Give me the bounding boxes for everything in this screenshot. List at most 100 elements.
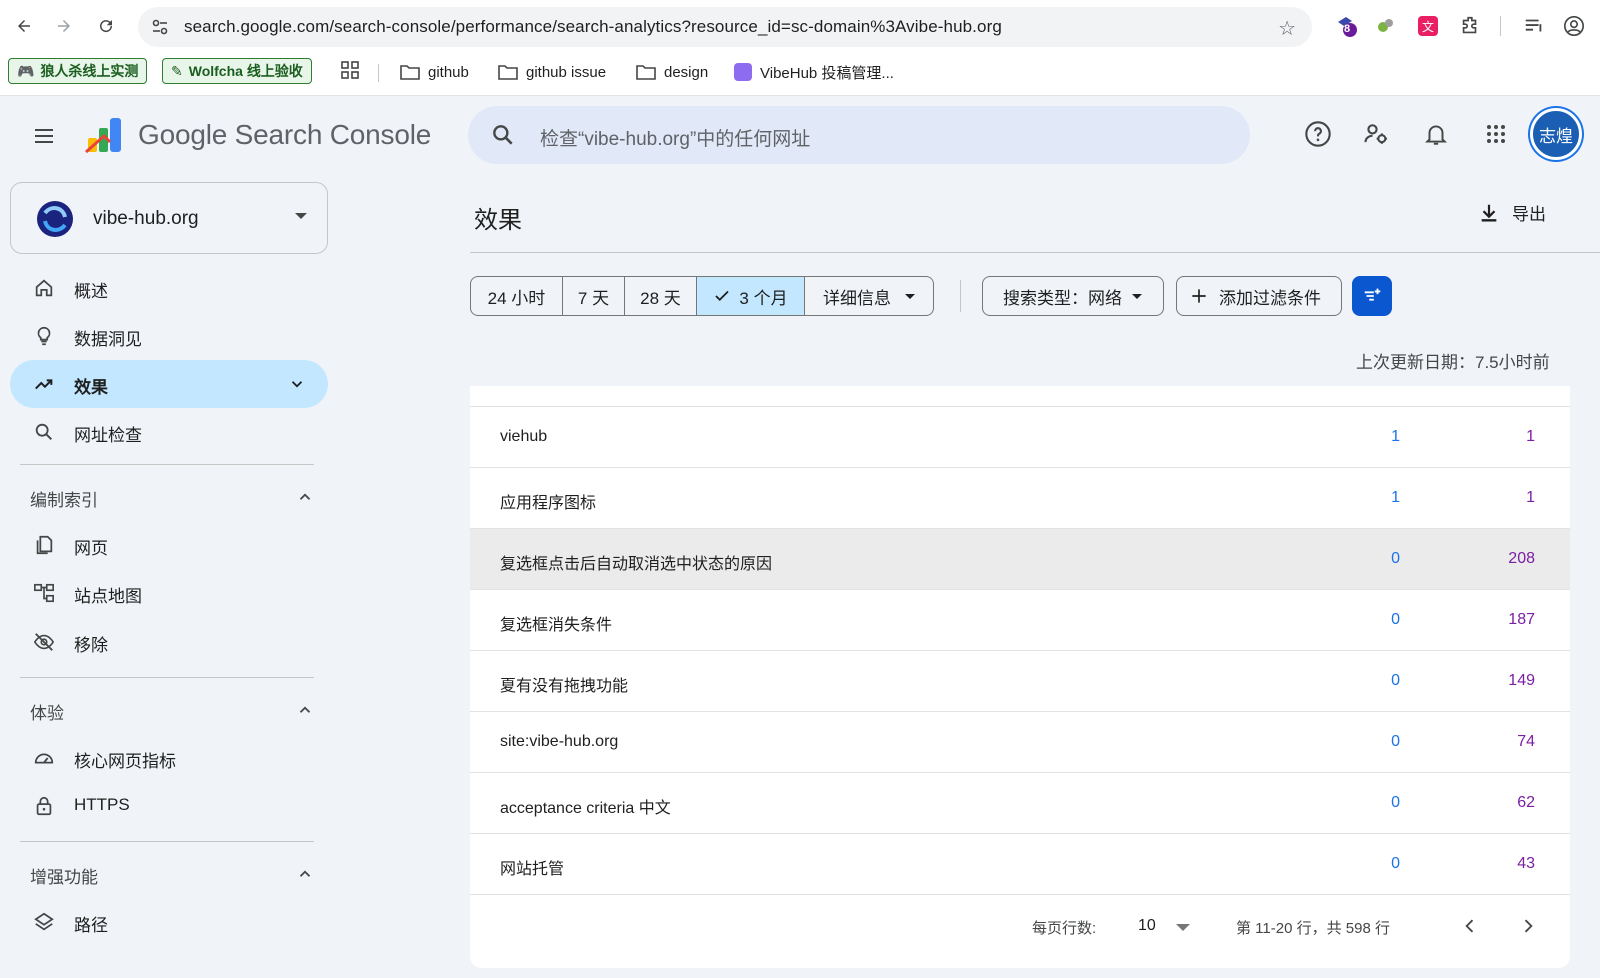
property-logo-icon: [35, 199, 75, 244]
google-apps-icon[interactable]: [1480, 118, 1512, 150]
table-row[interactable]: 夏有没有拖拽功能 0 149: [470, 651, 1570, 712]
table-row[interactable]: 网站托管 0 43: [470, 834, 1570, 895]
plus-icon: [1192, 289, 1206, 303]
profile-icon[interactable]: [1562, 14, 1586, 38]
property-selector[interactable]: vibe-hub.org: [10, 182, 328, 254]
reading-list-icon[interactable]: [1522, 14, 1546, 38]
chevron-up-icon[interactable]: [296, 701, 314, 724]
sidebar-divider: [20, 677, 314, 678]
bookmark-item[interactable]: ✎ Wolfcha 线上验收: [162, 58, 312, 84]
chevron-up-icon[interactable]: [296, 865, 314, 888]
chevron-down-icon[interactable]: [288, 375, 306, 398]
table-row[interactable]: acceptance criteria 中文 0 62: [470, 773, 1570, 834]
extensions-puzzle-icon[interactable]: [1458, 14, 1482, 38]
filter-sort-icon: [1364, 288, 1381, 301]
rows-per-page-select[interactable]: 10: [1138, 917, 1156, 935]
sidebar-divider: [20, 464, 314, 465]
sidebar-item-overview[interactable]: 概述: [10, 264, 328, 312]
manage-users-icon[interactable]: [1360, 118, 1392, 150]
clicks-cell: 0: [1391, 611, 1400, 628]
section-header-indexing[interactable]: 编制索引: [30, 486, 98, 511]
pencil-icon: ✎: [171, 62, 183, 79]
range-24h-button[interactable]: 24 小时: [471, 277, 563, 315]
bookmark-item[interactable]: VibeHub 投稿管理...: [734, 60, 894, 84]
chevron-up-icon[interactable]: [296, 488, 314, 511]
add-filter-button[interactable]: 添加过滤条件: [1176, 276, 1342, 316]
sidebar-item-https[interactable]: HTTPS: [10, 782, 328, 830]
range-label: 3 个月: [739, 288, 788, 308]
search-console-logo-icon: [85, 118, 121, 154]
svg-text:文: 文: [1422, 19, 1434, 34]
site-settings-icon[interactable]: [150, 17, 170, 37]
sidebar-item-label: 核心网页指标: [74, 752, 176, 771]
query-cell: 复选框消失条件: [500, 617, 613, 634]
section-header-enhancements[interactable]: 增强功能: [30, 863, 98, 888]
sidebar-item-performance[interactable]: 效果: [10, 360, 328, 408]
range-7d-button[interactable]: 7 天: [563, 277, 625, 315]
clicks-cell: 0: [1391, 733, 1400, 750]
table-pagination: 每页行数: 10 第 11-20 行，共 598 行: [470, 896, 1570, 956]
bookmark-star-icon[interactable]: ☆: [1278, 16, 1296, 41]
sidebar-item-removals[interactable]: 移除: [10, 618, 328, 666]
export-label: 导出: [1512, 205, 1546, 224]
translate-icon[interactable]: 文: [1416, 14, 1440, 38]
clicks-cell: 0: [1391, 794, 1400, 811]
sidebar-item-core-web-vitals[interactable]: 核心网页指标: [10, 734, 328, 782]
forward-icon[interactable]: [50, 12, 78, 40]
back-icon[interactable]: [10, 12, 38, 40]
home-icon: [32, 276, 56, 300]
search-type-filter[interactable]: 搜索类型：网络: [982, 276, 1164, 316]
extension-icon[interactable]: 8: [1334, 14, 1358, 38]
lightbulb-icon: [32, 324, 56, 348]
bookmark-folder[interactable]: github: [400, 60, 469, 84]
sidebar-item-url-inspection[interactable]: 网址检查: [10, 408, 328, 456]
caret-down-icon: [1132, 293, 1142, 299]
account-avatar[interactable]: 志煌: [1530, 108, 1582, 160]
bookmark-divider: [378, 64, 379, 82]
filter-settings-button[interactable]: [1352, 276, 1392, 316]
sidebar-item-breadcrumbs[interactable]: 路径: [10, 898, 328, 946]
help-icon[interactable]: [1302, 118, 1334, 150]
next-page-icon[interactable]: [1516, 914, 1540, 938]
folder-icon: [498, 65, 518, 80]
main-menu-icon[interactable]: [28, 120, 60, 152]
sidebar-item-sitemaps[interactable]: 站点地图: [10, 569, 328, 617]
section-header-experience[interactable]: 体验: [30, 699, 64, 724]
table-row[interactable]: 应用程序图标 1 1: [470, 468, 1570, 529]
caret-down-icon[interactable]: [1176, 924, 1190, 931]
url-text: search.google.com/search-console/perform…: [184, 17, 1002, 36]
sidebar-divider: [20, 841, 314, 842]
range-label: 24 小时: [487, 288, 546, 308]
clicks-cell: 0: [1391, 672, 1400, 689]
sitemap-icon: [32, 581, 56, 605]
export-button[interactable]: 导出: [1478, 200, 1546, 225]
reload-icon[interactable]: [92, 12, 120, 40]
address-bar[interactable]: search.google.com/search-console/perform…: [138, 7, 1312, 47]
search-console-logo[interactable]: Google Search Console: [84, 114, 431, 156]
apps-grid-icon[interactable]: [340, 60, 362, 82]
table-row[interactable]: site:vibe-hub.org 0 74: [470, 712, 1570, 773]
range-details-button[interactable]: 详细信息: [805, 277, 933, 315]
search-placeholder: 检查“vibe-hub.org”中的任何网址: [540, 129, 811, 150]
sidebar-item-pages[interactable]: 网页: [10, 521, 328, 569]
sidebar-item-label: 网址检查: [74, 426, 142, 445]
url-inspection-search[interactable]: 检查“vibe-hub.org”中的任何网址: [468, 106, 1250, 164]
table-row[interactable]: 复选框点击后自动取消选中状态的原因 0 208: [470, 529, 1570, 590]
notifications-icon[interactable]: [1420, 118, 1452, 150]
app-title-google: Google: [138, 119, 228, 150]
query-cell: site:vibe-hub.org: [500, 733, 619, 750]
range-3m-button[interactable]: 3 个月: [697, 277, 805, 315]
table-row[interactable]: 复选框消失条件 0 187: [470, 590, 1570, 651]
previous-page-icon[interactable]: [1458, 914, 1482, 938]
bookmark-folder[interactable]: github issue: [498, 60, 606, 84]
sidebar-item-insights[interactable]: 数据洞见: [10, 312, 328, 360]
puzzle-green-icon[interactable]: [1374, 14, 1398, 38]
impressions-cell: 1: [1526, 428, 1535, 445]
bookmark-item[interactable]: 🎮 狼人杀线上实测: [8, 58, 148, 84]
range-28d-button[interactable]: 28 天: [625, 277, 697, 315]
title-divider: [470, 252, 1600, 253]
download-icon: [1481, 204, 1497, 222]
table-row[interactable]: viehub 1 1: [470, 407, 1570, 468]
date-range-selector: 24 小时 7 天 28 天 3 个月 详细信息: [470, 276, 934, 316]
bookmark-folder[interactable]: design: [636, 60, 708, 84]
